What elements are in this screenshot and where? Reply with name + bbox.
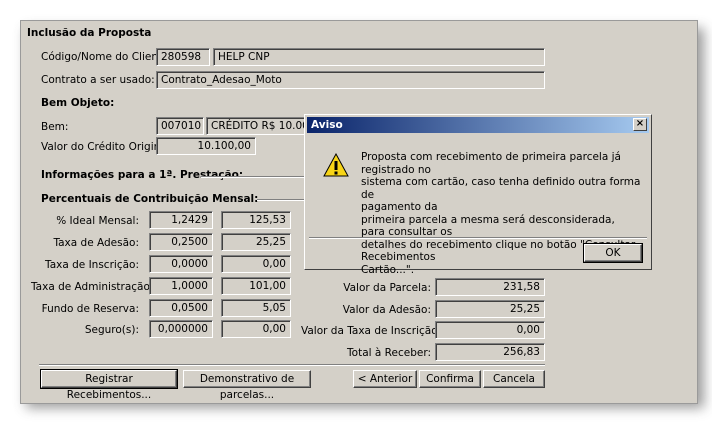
taxa-administracao-percent-field[interactable]: 1,0000 bbox=[149, 277, 213, 295]
seguros-label: Seguro(s): bbox=[84, 324, 139, 336]
valor-parcela-label: Valor da Parcela: bbox=[343, 282, 431, 294]
total-receber-label: Total à Receber: bbox=[347, 347, 431, 359]
valor-taxa-inscricao-field[interactable]: 0,00 bbox=[435, 321, 545, 339]
info-prestacao-separator bbox=[201, 176, 305, 178]
ideal-mensal-value-field[interactable]: 125,53 bbox=[221, 211, 291, 229]
taxa-administracao-value-field[interactable]: 101,00 bbox=[221, 277, 291, 295]
cancela-button[interactable]: Cancela bbox=[483, 370, 545, 388]
ideal-mensal-label: % Ideal Mensal: bbox=[56, 215, 139, 227]
fundo-reserva-label: Fundo de Reserva: bbox=[41, 303, 139, 315]
total-receber-field[interactable]: 256,83 bbox=[435, 343, 545, 361]
taxa-inscricao-percent-field[interactable]: 0,0000 bbox=[149, 255, 213, 273]
dialog-title: Aviso bbox=[311, 119, 343, 131]
percentuais-title: Percentuais de Contribuição Mensal: bbox=[41, 193, 259, 205]
bem-objeto-title: Bem Objeto: bbox=[41, 97, 115, 109]
confirma-button[interactable]: Confirma bbox=[419, 370, 481, 388]
taxa-inscricao-value-field[interactable]: 0,00 bbox=[221, 255, 291, 273]
contrato-field[interactable]: Contrato_Adesao_Moto bbox=[156, 71, 545, 89]
taxa-inscricao-label: Taxa de Inscrição: bbox=[45, 259, 139, 271]
valor-parcela-field[interactable]: 231,58 bbox=[435, 278, 545, 296]
taxa-adesao-label: Taxa de Adesão: bbox=[53, 237, 139, 249]
taxa-adesao-percent-field[interactable]: 0,2500 bbox=[149, 233, 213, 251]
valor-credito-label: Valor do Crédito Original: bbox=[41, 141, 174, 153]
dialog-separator bbox=[309, 237, 647, 239]
percentuais-separator bbox=[257, 199, 305, 201]
info-prestacao-title: Informações para a 1ª. Prestação: bbox=[41, 169, 244, 181]
ideal-mensal-percent-field[interactable]: 1,2429 bbox=[149, 211, 213, 229]
taxa-adesao-value-field[interactable]: 25,25 bbox=[221, 233, 291, 251]
fundo-reserva-percent-field[interactable]: 0,0500 bbox=[149, 299, 213, 317]
bem-codigo-field[interactable]: 007010 bbox=[156, 117, 204, 135]
dialog-titlebar[interactable]: Aviso × bbox=[307, 117, 649, 133]
bottom-separator bbox=[39, 364, 545, 366]
close-icon[interactable]: × bbox=[633, 118, 647, 131]
taxa-administracao-label: Taxa de Administração: bbox=[31, 281, 154, 293]
valor-credito-field[interactable]: 10.100,00 bbox=[156, 137, 256, 155]
anterior-button[interactable]: < Anterior bbox=[353, 370, 417, 388]
cliente-label: Código/Nome do Cliente: bbox=[41, 51, 173, 63]
warning-icon bbox=[323, 153, 349, 177]
demonstrativo-parcelas-button[interactable]: Demonstrativo de parcelas... bbox=[183, 370, 311, 401]
registrar-recebimentos-button[interactable]: Registrar Recebimentos... bbox=[40, 369, 178, 401]
seguros-percent-field[interactable]: 0,000000 bbox=[149, 320, 213, 338]
valor-adesao-label: Valor da Adesão: bbox=[342, 304, 431, 316]
valor-taxa-inscricao-label: Valor da Taxa de Inscrição: bbox=[301, 325, 442, 337]
ok-button[interactable]: OK bbox=[583, 243, 643, 263]
cliente-nome-field[interactable]: HELP CNP bbox=[213, 48, 545, 66]
bem-label: Bem: bbox=[41, 121, 69, 133]
contrato-label: Contrato a ser usado: bbox=[41, 74, 155, 86]
seguros-value-field[interactable]: 0,00 bbox=[221, 320, 291, 338]
aviso-dialog: Aviso × Proposta com recebimento de prim… bbox=[304, 114, 652, 276]
cliente-codigo-field[interactable]: 280598 bbox=[156, 48, 210, 66]
valor-adesao-field[interactable]: 25,25 bbox=[435, 300, 545, 318]
form-title: Inclusão da Proposta bbox=[27, 27, 152, 39]
fundo-reserva-value-field[interactable]: 5,05 bbox=[221, 299, 291, 317]
